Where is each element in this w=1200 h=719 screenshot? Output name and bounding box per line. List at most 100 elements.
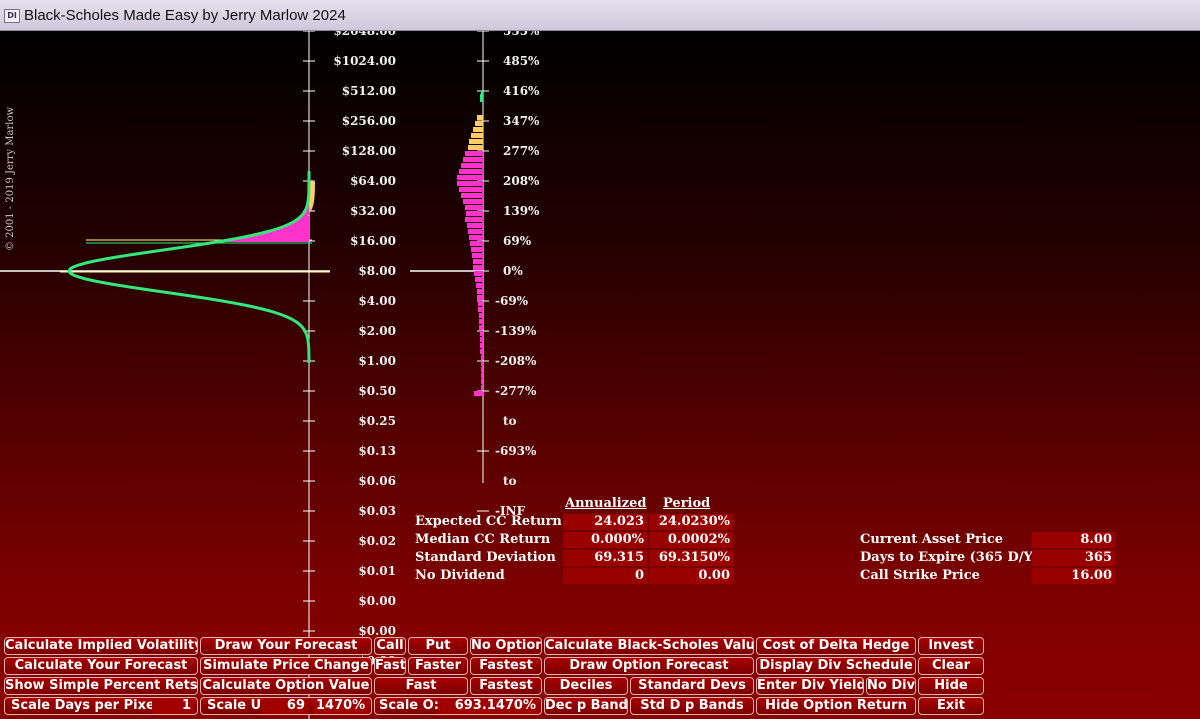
call-strike-price-field[interactable]: 16.00 (1032, 568, 1115, 584)
put-button[interactable]: Put (408, 637, 468, 655)
call-strike-price-label: Call Strike Price (860, 568, 980, 583)
price-tick-label: $2048.00 (333, 31, 396, 38)
simulate-price-change-button[interactable]: Simulate Price Change (200, 657, 372, 675)
option-fastest-button[interactable]: Fastest (470, 677, 542, 695)
return-histogram-bar (481, 379, 483, 384)
calculate-your-forecast-button[interactable]: Calculate Your Forecast (4, 657, 198, 675)
return-tick-label: 555% (503, 31, 540, 38)
return-histogram-bar (480, 337, 483, 342)
stats-label-dividend: No Dividend (415, 568, 505, 583)
return-histogram-bar (480, 97, 483, 102)
clear-button[interactable]: Clear (918, 657, 984, 675)
return-histogram-bar (478, 301, 483, 306)
return-histogram-bar (459, 169, 483, 174)
return-histogram-bar (475, 121, 483, 126)
return-histogram-bar (480, 331, 483, 336)
stats-period-median-return: 0.0002% (649, 532, 733, 548)
app-icon: DI (4, 9, 20, 23)
return-histogram-bar (481, 361, 483, 366)
display-div-schedule-button[interactable]: Display Div Schedule (756, 657, 916, 675)
scale-days-field[interactable]: 1 (152, 698, 194, 714)
call-button[interactable]: Call (374, 637, 406, 655)
days-to-expire-field[interactable]: 365 (1032, 550, 1115, 566)
return-histogram-bar (465, 151, 483, 156)
return-tick-label: 347% (503, 114, 540, 128)
price-tick-label: $0.02 (358, 534, 396, 548)
calculate-implied-volatility-button[interactable]: Calculate Implied Volatility (4, 637, 198, 655)
stats-annualized-dividend: 0 (563, 568, 647, 584)
price-tick-label: $512.00 (342, 84, 396, 98)
calculate-option-value-button[interactable]: Calculate Option Value (200, 677, 372, 695)
invest-button[interactable]: Invest (918, 637, 984, 655)
return-histogram-bar (461, 193, 483, 198)
return-histogram-bar (480, 349, 483, 354)
scale-o-label: Scale O: (379, 698, 439, 713)
price-tick-label: $256.00 (342, 114, 396, 128)
current-asset-price-label: Current Asset Price (860, 532, 1004, 547)
stats-label-std-dev: Standard Deviation (415, 550, 556, 565)
scale-u-field[interactable]: 69 (262, 698, 308, 714)
return-histogram-bar (474, 271, 483, 276)
return-tick-label: -139% (495, 324, 537, 338)
return-histogram-bar (465, 217, 483, 222)
draw-your-forecast-button[interactable]: Draw Your Forecast (200, 637, 372, 655)
main-canvas: $2048.00 $1024.00 $512.00 $256.00 $128.00 $64… (0, 31, 1200, 719)
return-histogram-bar (475, 277, 483, 282)
return-tick-label: 485% (503, 54, 540, 68)
return-histogram-bar (479, 313, 483, 318)
return-histogram-bar (473, 127, 483, 132)
hide-button[interactable]: Hide (918, 677, 984, 695)
price-tick-label: $128.00 (342, 144, 396, 158)
return-tick-label: 0% (503, 264, 523, 278)
stats-header-annualized: Annualized (565, 496, 647, 511)
return-histogram-bar (457, 175, 483, 180)
hide-option-return-button[interactable]: Hide Option Return (756, 697, 916, 715)
show-simple-percent-rets-button[interactable]: Show Simple Percent Rets (4, 677, 198, 695)
stats-period-expected-return: 24.0230% (649, 514, 733, 530)
return-histogram-bar (457, 181, 483, 186)
std-d-p-bands-button[interactable]: Std D p Bands (630, 697, 754, 715)
return-histogram-bar (466, 211, 483, 216)
return-histogram-bar (461, 163, 483, 168)
calculate-black-scholes-value-button[interactable]: Calculate Black-Scholes Value (544, 637, 754, 655)
return-histogram-bar (480, 343, 483, 348)
enter-div-yield-button[interactable]: Enter Div Yield (756, 677, 864, 695)
return-histogram-bar (470, 241, 483, 246)
return-histogram-bar (479, 325, 483, 330)
current-asset-price-field[interactable]: 8.00 (1032, 532, 1115, 548)
return-tick-label: 416% (503, 84, 540, 98)
exit-button[interactable]: Exit (918, 697, 984, 715)
copyright-text: © 2001 - 2019 Jerry Marlow (5, 106, 16, 251)
stats-period-dividend: 0.00 (649, 568, 733, 584)
no-option-button[interactable]: No Option (470, 637, 542, 655)
simulate-fastest-button[interactable]: Fastest (470, 657, 542, 675)
stats-annualized-std-dev: 69.315 (563, 550, 647, 566)
return-histogram-bar (479, 319, 483, 324)
price-tick-label: $16.00 (350, 234, 396, 248)
option-fast-button[interactable]: Fast (374, 677, 468, 695)
return-tick-label: 277% (503, 144, 540, 158)
return-histogram-bar (465, 205, 483, 210)
return-histogram-bar (468, 229, 483, 234)
price-tick-label: $64.00 (350, 174, 396, 188)
return-histogram-bar (472, 253, 483, 258)
standard-devs-button[interactable]: Standard Devs (630, 677, 754, 695)
stats-annualized-median-return: 0.000% (563, 532, 647, 548)
return-histogram-bar (459, 187, 483, 192)
scale-o-field[interactable]: 693.1470% (438, 698, 539, 714)
simulate-fast-button[interactable]: Fast (374, 657, 406, 675)
return-histogram-bar (478, 307, 483, 312)
deciles-button[interactable]: Deciles (544, 677, 628, 695)
no-div-button[interactable]: No Div (866, 677, 916, 695)
return-histogram-bar (467, 223, 483, 228)
scale-u-label: Scale U: (207, 698, 267, 713)
cost-of-delta-hedge-button[interactable]: Cost of Delta Hedge (756, 637, 916, 655)
dec-p-bands-button[interactable]: Dec p Bands (544, 697, 628, 715)
return-tick-label: 139% (503, 204, 540, 218)
simulate-faster-button[interactable]: Faster (408, 657, 468, 675)
draw-option-forecast-button[interactable]: Draw Option Forecast (544, 657, 754, 675)
price-tick-label: $0.13 (358, 444, 396, 458)
stats-period-std-dev: 69.3150% (649, 550, 733, 566)
price-tick-label: $2.00 (358, 324, 396, 338)
return-tick-label: -277% (495, 384, 537, 398)
